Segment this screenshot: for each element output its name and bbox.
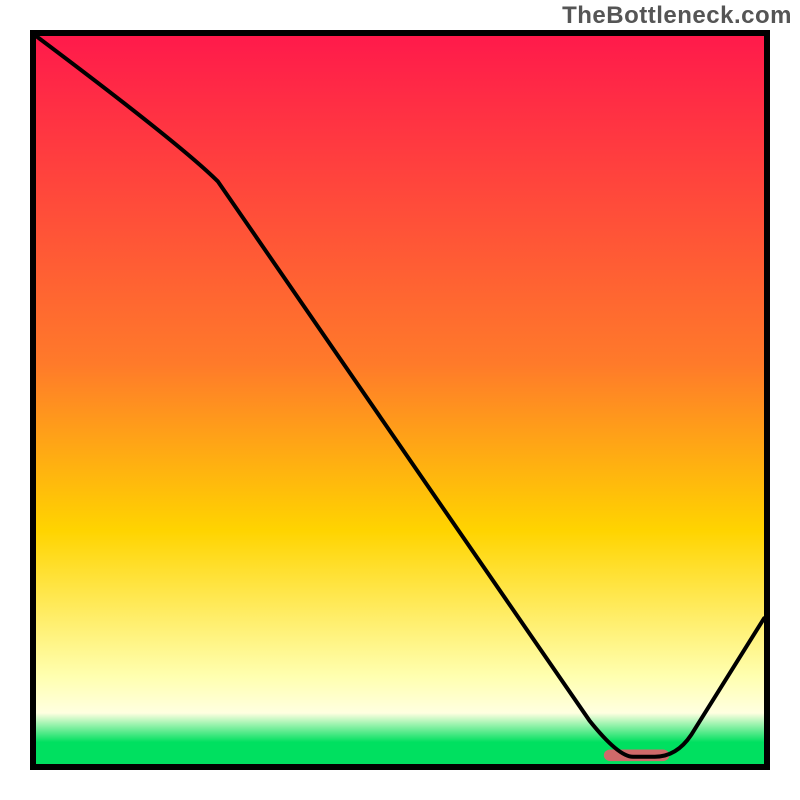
plot-svg [36,36,764,764]
gradient-background [36,36,764,764]
chart-frame: TheBottleneck.com [0,0,800,800]
plot-border [30,30,770,770]
watermark-text: TheBottleneck.com [562,2,792,30]
